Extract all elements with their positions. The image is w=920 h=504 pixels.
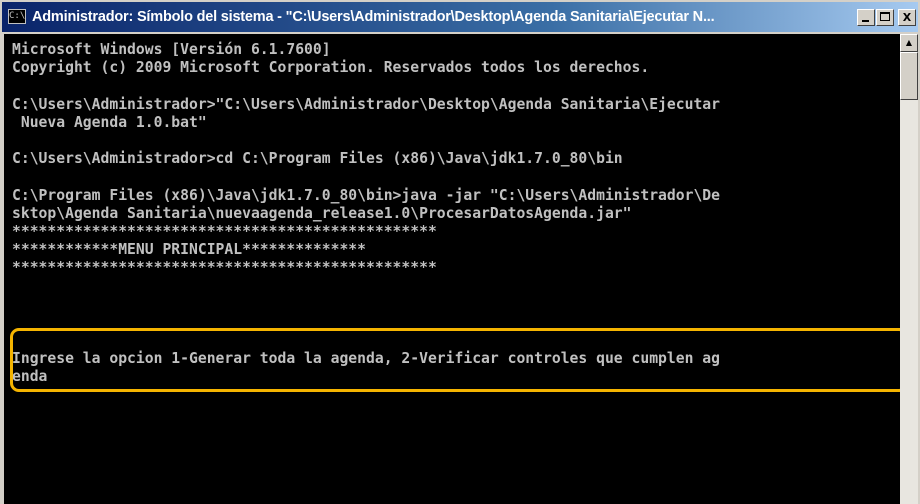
console-line: Microsoft Windows [Versión 6.1.7600]	[12, 40, 331, 58]
console-output[interactable]: Microsoft Windows [Versión 6.1.7600] Copy…	[4, 34, 900, 504]
prompt-highlight-box	[10, 328, 900, 392]
close-icon: X	[902, 11, 912, 24]
console-line: ************MENU PRINCIPAL**************	[12, 240, 367, 259]
minimize-icon	[862, 20, 869, 22]
console-line: Nueva Agenda 1.0.bat"	[12, 112, 207, 131]
maximize-icon	[880, 12, 890, 21]
maximize-button[interactable]	[876, 9, 894, 26]
chevron-up-icon: ▲	[905, 38, 913, 47]
scroll-thumb[interactable]	[900, 52, 918, 100]
vertical-scrollbar[interactable]: ▲	[900, 34, 918, 504]
cmd-window: C:\ Administrador: Símbolo del sistema -…	[0, 0, 920, 504]
title-bar[interactable]: C:\ Administrador: Símbolo del sistema -…	[2, 2, 918, 32]
scroll-up-button[interactable]: ▲	[900, 34, 918, 52]
console-line: C:\Users\Administrador>cd C:\Program Fil…	[12, 149, 623, 168]
console-line: C:\Users\Administrador>"C:\Users\Adminis…	[12, 94, 721, 113]
close-button[interactable]: X	[898, 9, 916, 26]
console-line: ****************************************…	[12, 258, 437, 277]
cmd-icon[interactable]: C:\	[8, 9, 26, 24]
console-line: ****************************************…	[12, 221, 437, 240]
window-title: Administrador: Símbolo del sistema - "C:…	[32, 9, 715, 25]
minimize-button[interactable]	[857, 9, 875, 26]
console-line: C:\Program Files (x86)\Java\jdk1.7.0_80\…	[12, 185, 721, 204]
console-line: Copyright (c) 2009 Microsoft Corporation…	[12, 58, 650, 77]
console-line: sktop\Agenda Sanitaria\nuevaagenda_relea…	[12, 203, 632, 222]
